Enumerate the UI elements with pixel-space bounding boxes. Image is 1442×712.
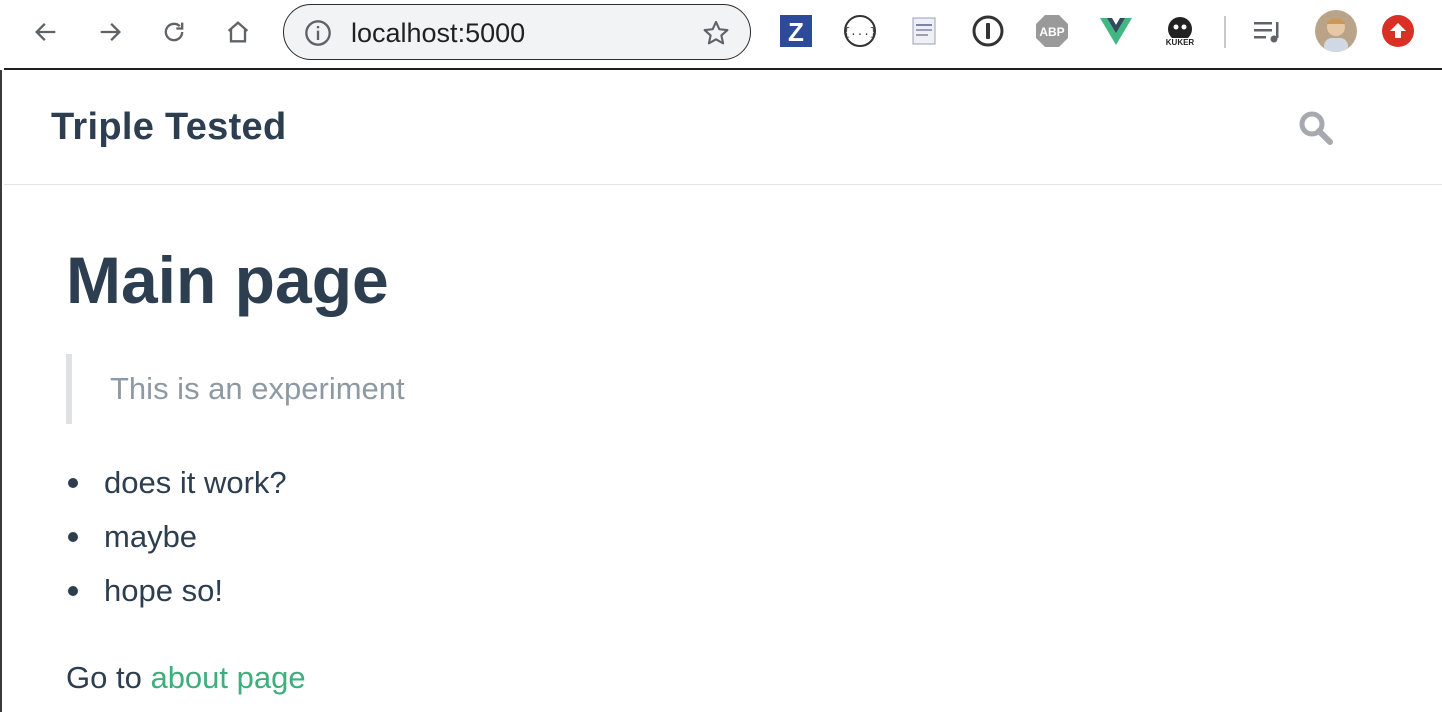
info-icon[interactable]: [304, 19, 332, 47]
main-content: Main page This is an experiment does it …: [66, 240, 1366, 695]
bullet-icon: [68, 586, 78, 596]
site-header: Triple Tested: [4, 70, 1442, 185]
quote-text: This is an experiment: [110, 371, 405, 406]
goto-prefix: Go to: [66, 660, 142, 695]
adblock-plus-icon[interactable]: ABP: [1035, 14, 1069, 48]
list-item-text: hope so!: [104, 573, 223, 608]
vue-devtools-icon[interactable]: [1099, 14, 1133, 48]
list-item: does it work?: [66, 462, 287, 516]
svg-text:ABP: ABP: [1039, 25, 1064, 39]
forward-button[interactable]: [94, 16, 126, 48]
arrow-left-icon: [35, 23, 56, 41]
bullet-icon: [68, 478, 78, 488]
svg-text:KUKER: KUKER: [1166, 38, 1195, 47]
home-icon: [227, 21, 249, 43]
svg-text:Z: Z: [788, 17, 804, 47]
list-item-text: maybe: [104, 519, 198, 554]
clipboard-icon[interactable]: [907, 14, 941, 48]
arrow-right-icon: [100, 23, 121, 41]
search-icon[interactable]: [1298, 110, 1334, 146]
list-item: maybe: [66, 516, 287, 570]
window-edge: [0, 70, 2, 712]
zotero-icon[interactable]: Z: [779, 14, 813, 48]
url-text[interactable]: localhost:5000: [351, 19, 525, 47]
home-button[interactable]: [222, 16, 254, 48]
goto-paragraph: Go to about page: [66, 658, 306, 698]
list-item: hope so!: [66, 570, 287, 624]
json-viewer-icon[interactable]: {...}: [843, 14, 877, 48]
update-icon[interactable]: [1381, 14, 1415, 48]
reload-icon: [164, 22, 184, 42]
address-bar[interactable]: localhost:5000: [283, 4, 751, 60]
profile-avatar[interactable]: [1315, 10, 1357, 52]
reading-list-icon[interactable]: [1251, 14, 1285, 48]
list-item-text: does it work?: [104, 465, 287, 500]
page-title: Main page: [66, 243, 389, 317]
bullet-list: does it work? maybe hope so!: [66, 462, 287, 624]
onepassword-icon[interactable]: [971, 14, 1005, 48]
site-title[interactable]: Triple Tested: [51, 106, 286, 149]
back-button[interactable]: [30, 16, 62, 48]
browser-toolbar: localhost:5000 Z {...} ABP KUKER: [0, 0, 1442, 68]
reload-button[interactable]: [158, 16, 190, 48]
star-icon[interactable]: [702, 19, 730, 47]
blockquote: This is an experiment: [66, 354, 666, 424]
kuker-icon[interactable]: KUKER: [1163, 14, 1197, 48]
toolbar-divider: [1224, 16, 1226, 48]
bullet-icon: [68, 532, 78, 542]
about-page-link[interactable]: about page: [150, 660, 305, 695]
svg-text:{...}: {...}: [843, 27, 876, 39]
